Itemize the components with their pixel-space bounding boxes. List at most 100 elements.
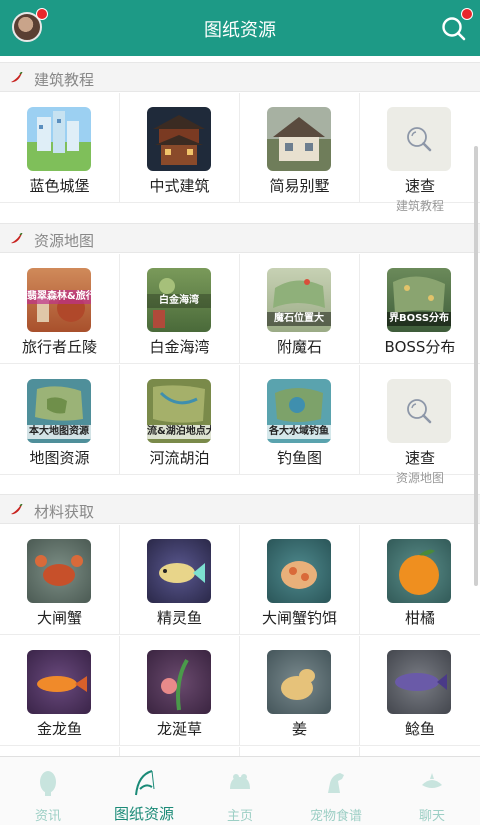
chat-icon <box>422 773 442 788</box>
item-label: 地图资源 <box>29 449 90 467</box>
section-title: 材料获取 <box>34 503 95 521</box>
hairy-crab-thumbnail <box>27 539 91 603</box>
grid-item-quick-lookup-building[interactable]: 速查 建筑教程 <box>360 93 480 213</box>
grid-cell-partial <box>120 747 240 756</box>
tab-chat[interactable]: 聊天 <box>384 757 480 825</box>
search-button[interactable] <box>440 8 473 42</box>
grid-cell-partial <box>360 747 480 756</box>
chili-icon <box>11 233 23 244</box>
rivers-lakes-thumbnail: 流&湖泊地点大 <box>147 379 211 443</box>
crab-bait-thumbnail <box>267 539 331 603</box>
item-label: 中式建筑 <box>149 177 210 195</box>
tab-news[interactable]: 资讯 <box>0 757 96 825</box>
map-resources-thumbnail: 本大地图资源 <box>27 379 91 443</box>
top-bar: 图纸资源 <box>0 0 480 56</box>
simple-villa-thumbnail <box>267 107 331 171</box>
grid-item-chinese-building[interactable]: 中式建筑 <box>120 93 240 203</box>
grid-row: 蓝色城堡 中式建筑 简易别墅 速查 建筑教程 <box>0 93 480 213</box>
enchant-stone-thumbnail: 魔石位置大 <box>267 268 331 332</box>
grid-item-citrus[interactable]: 柑橘 <box>360 525 480 635</box>
thumbnail-caption: 界BOSS分布 <box>387 312 451 326</box>
grid-row: 大闸蟹 精灵鱼 大闸蟹钓饵 柑橘 <box>0 525 480 635</box>
tab-label: 聊天 <box>418 809 445 824</box>
horse-icon <box>328 773 344 793</box>
grid-item-map-resources[interactable]: 本大地图资源 地图资源 <box>0 365 120 475</box>
item-label: BOSS分布 <box>384 338 456 356</box>
grid-item-boss-distribution[interactable]: 界BOSS分布 BOSS分布 <box>360 254 480 364</box>
grid-cell-partial <box>0 747 120 756</box>
tab-pet-recipes[interactable]: 宠物食谱 <box>288 757 384 825</box>
boss-distribution-thumbnail: 界BOSS分布 <box>387 268 451 332</box>
grid-cell-partial <box>240 747 360 756</box>
section-header-materials: 材料获取 <box>0 494 480 524</box>
platinum-bay-thumbnail: 白金海湾 <box>147 268 211 332</box>
grid-item-platinum-bay[interactable]: 白金海湾 白金海湾 <box>120 254 240 364</box>
catfish-thumbnail <box>387 650 451 714</box>
item-label: 速查 <box>404 449 435 467</box>
magnifier-icon <box>407 127 432 152</box>
grid-row: 金龙鱼 龙涎草 姜 鲶鱼 <box>0 636 480 746</box>
quick-lookup-thumbnail <box>387 107 451 171</box>
magnifier-icon <box>407 399 432 424</box>
grid-item-traveler-hills[interactable]: 翡翠森林&旅行 旅行者丘陵 <box>0 254 120 364</box>
section-title: 建筑教程 <box>34 71 95 89</box>
grid-row: 翡翠森林&旅行 旅行者丘陵 白金海湾 白金海湾 魔石位置大 附魔石 界BOSS分… <box>0 254 480 364</box>
ambergris-grass-thumbnail <box>147 650 211 714</box>
grid-item-crab-bait[interactable]: 大闸蟹钓饵 <box>240 525 360 635</box>
item-label: 姜 <box>291 720 307 738</box>
fishing-rod-icon <box>135 770 155 796</box>
grid-item-spirit-fish[interactable]: 精灵鱼 <box>120 525 240 635</box>
egg-icon <box>40 771 56 796</box>
thumbnail-caption: 白金海湾 <box>147 294 211 308</box>
tab-label: 宠物食谱 <box>309 809 362 824</box>
section-header-building: 建筑教程 <box>0 62 480 92</box>
scrollbar[interactable] <box>474 146 478 586</box>
grid-row: 本大地图资源 地图资源 流&湖泊地点大 河流胡泊 各大水域钓鱼 钓鱼图 速查 资… <box>0 365 480 485</box>
item-label: 大闸蟹钓饵 <box>261 609 337 627</box>
item-label: 旅行者丘陵 <box>21 338 97 356</box>
chili-icon <box>11 504 23 515</box>
item-label: 钓鱼图 <box>276 449 322 467</box>
traveler-hills-thumbnail: 翡翠森林&旅行 <box>27 268 91 332</box>
item-label: 柑橘 <box>404 609 435 627</box>
grid-item-ambergris-grass[interactable]: 龙涎草 <box>120 636 240 746</box>
grid-item-blue-castle[interactable]: 蓝色城堡 <box>0 93 120 203</box>
thumbnail-caption: 本大地图资源 <box>27 425 91 439</box>
grid-row-partial <box>0 747 480 756</box>
grid-item-ginger[interactable]: 姜 <box>240 636 360 746</box>
grid-item-simple-villa[interactable]: 简易别墅 <box>240 93 360 203</box>
section-title: 资源地图 <box>34 232 95 250</box>
content-list[interactable]: 建筑教程 蓝色城堡 中式建筑 简易别墅 速查 建筑教程 资源地图 翡翠森林&旅行… <box>0 56 480 756</box>
item-label: 速查 <box>404 177 435 195</box>
blue-castle-thumbnail <box>27 107 91 171</box>
golden-dragonfish-thumbnail <box>27 650 91 714</box>
grid-item-hairy-crab[interactable]: 大闸蟹 <box>0 525 120 635</box>
grid-item-rivers-lakes[interactable]: 流&湖泊地点大 河流胡泊 <box>120 365 240 475</box>
tab-home[interactable]: 主页 <box>192 757 288 825</box>
thumbnail-caption: 各大水域钓鱼 <box>267 425 331 439</box>
tab-label: 主页 <box>226 809 253 824</box>
grid-item-quick-lookup-map[interactable]: 速查 资源地图 <box>360 365 480 485</box>
grid-item-enchant-stone[interactable]: 魔石位置大 附魔石 <box>240 254 360 364</box>
item-sublabel: 资源地图 <box>395 471 444 485</box>
item-label: 金龙鱼 <box>36 720 82 738</box>
section-header-resource-map: 资源地图 <box>0 223 480 253</box>
bottom-tab-bar: 资讯 图纸资源 主页 宠物食谱 聊天 <box>0 756 480 825</box>
item-label: 白金海湾 <box>149 338 210 356</box>
ginger-thumbnail <box>267 650 331 714</box>
tab-label: 图纸资源 <box>113 805 174 823</box>
grid-item-golden-dragonfish[interactable]: 金龙鱼 <box>0 636 120 746</box>
tab-blueprints[interactable]: 图纸资源 <box>96 757 192 825</box>
grid-item-catfish[interactable]: 鲶鱼 <box>360 636 480 746</box>
item-label: 蓝色城堡 <box>29 177 90 195</box>
thumbnail-caption: 魔石位置大 <box>267 312 331 326</box>
item-label: 大闸蟹 <box>36 609 82 627</box>
spirit-fish-thumbnail <box>147 539 211 603</box>
fishing-map-thumbnail: 各大水域钓鱼 <box>267 379 331 443</box>
item-label: 简易别墅 <box>269 177 330 195</box>
thumbnail-caption: 翡翠森林&旅行 <box>27 290 91 304</box>
tab-label: 资讯 <box>34 809 61 824</box>
grid-item-fishing-map[interactable]: 各大水域钓鱼 钓鱼图 <box>240 365 360 475</box>
notification-dot <box>461 8 473 20</box>
item-label: 龙涎草 <box>156 720 202 738</box>
